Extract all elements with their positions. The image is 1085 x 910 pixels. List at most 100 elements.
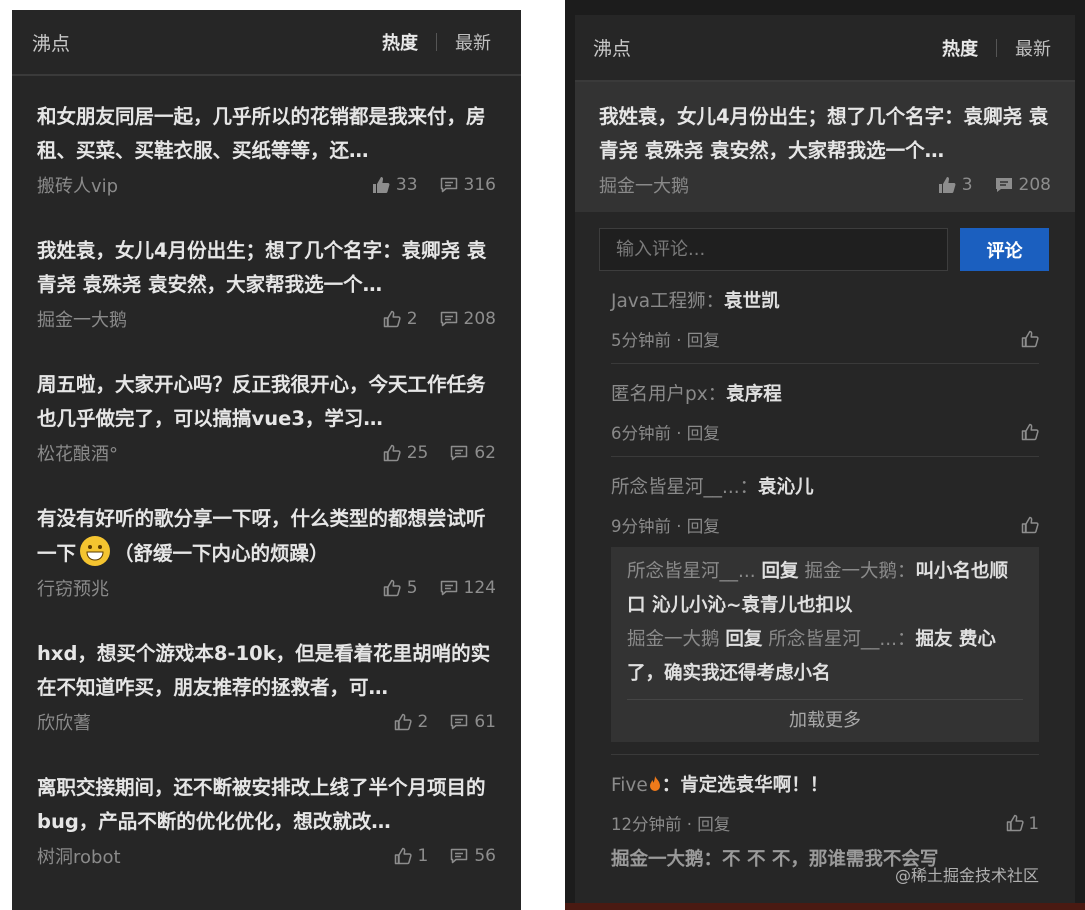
load-more-button[interactable]: 加载更多 bbox=[627, 699, 1023, 732]
like-button[interactable]: 5 bbox=[383, 578, 418, 598]
like-button[interactable]: 1 bbox=[394, 846, 429, 866]
comment-button[interactable]: 124 bbox=[440, 578, 496, 598]
comment-partial-text: 掘金一大鹅：不 不 不，那谁需我不会写 bbox=[611, 849, 939, 870]
featured-post[interactable]: 我姓袁，女儿4月份出生；想了几个名字：袁卿尧 袁青尧 袁殊尧 袁安然，大家帮我选… bbox=[575, 82, 1075, 212]
comment-count: 61 bbox=[474, 712, 496, 732]
like-count: 25 bbox=[406, 443, 429, 463]
comment-time-reply[interactable]: 12分钟前 · 回复 bbox=[611, 811, 730, 835]
post-author[interactable]: 搬砖人vip bbox=[37, 172, 118, 198]
post-stats: 25 62 bbox=[361, 443, 496, 463]
post-stats: 5 124 bbox=[361, 578, 496, 598]
comment-user[interactable]: 匿名用户px： bbox=[611, 384, 726, 405]
post-item[interactable]: hxd，想买个游戏本8-10k，但是看着花里胡哨的实在不知道咋买，朋友推荐的拯救… bbox=[12, 637, 521, 735]
tab-hot[interactable]: 热度 bbox=[942, 35, 978, 61]
tab-hot[interactable]: 热度 bbox=[382, 29, 418, 55]
thumbs-up-icon bbox=[394, 713, 412, 731]
post-stats: 33 316 bbox=[350, 175, 496, 195]
comment-list: Java工程狮：袁世凯 5分钟前 · 回复 匿名用户px：袁序程 6分钟前 · … bbox=[575, 271, 1075, 885]
feed-header: 沸点 热度 最新 bbox=[575, 15, 1075, 82]
post-item[interactable]: 周五啦，大家开心吗？反正我很开心，今天工作任务也几乎做完了，可以搞搞vue3，学… bbox=[12, 368, 521, 466]
post-author[interactable]: 掘金一大鹅 bbox=[37, 306, 127, 332]
comment-user[interactable]: Five bbox=[611, 775, 648, 796]
comment-icon bbox=[451, 714, 468, 730]
comment-count: 316 bbox=[463, 175, 496, 195]
post-item[interactable]: 离职交接期间，还不断被安排改上线了半个月项目的bug，产品不断的优化优化，想改就… bbox=[12, 771, 521, 869]
comment-user[interactable]: Java工程狮： bbox=[611, 291, 724, 312]
post-text: 有没有好听的歌分享一下呀，什么类型的都想尝试听一下 （舒缓一下内心的烦躁） bbox=[37, 507, 486, 566]
post-meta: 搬砖人vip 33 316 bbox=[37, 172, 496, 198]
comment-time-reply[interactable]: 5分钟前 · 回复 bbox=[611, 327, 720, 351]
like-button[interactable]: 33 bbox=[372, 175, 418, 195]
like-button[interactable]: 25 bbox=[383, 443, 429, 463]
comment-item: 所念皆星河__...：袁沁儿 9分钟前 · 回复 所念皆星河__... 回复 掘… bbox=[611, 457, 1039, 755]
post-stats: 2 208 bbox=[361, 309, 496, 329]
reply-to[interactable]: 所念皆星河__...： bbox=[768, 629, 915, 650]
post-meta: 掘金一大鹅 3 208 bbox=[599, 172, 1051, 198]
post-text: 我姓袁，女儿4月份出生；想了几个名字：袁卿尧 袁青尧 袁殊尧 袁安然，大家帮我选… bbox=[37, 239, 487, 296]
like-button[interactable]: 2 bbox=[383, 309, 418, 329]
post-author[interactable]: 树洞robot bbox=[37, 843, 121, 869]
post-item[interactable]: 我姓袁，女儿4月份出生；想了几个名字：袁卿尧 袁青尧 袁殊尧 袁安然，大家帮我选… bbox=[12, 234, 521, 332]
post-meta: 行窃预兆 5 124 bbox=[37, 575, 496, 601]
fire-icon bbox=[649, 776, 660, 791]
post-item[interactable]: 有没有好听的歌分享一下呀，什么类型的都想尝试听一下 （舒缓一下内心的烦躁） 行窃预… bbox=[12, 502, 521, 601]
post-meta: 掘金一大鹅 2 208 bbox=[37, 306, 496, 332]
thumbs-up-icon[interactable] bbox=[1021, 423, 1039, 441]
comment-count: 56 bbox=[474, 846, 496, 866]
comment-count: 62 bbox=[474, 443, 496, 463]
post-author[interactable]: 掘金一大鹅 bbox=[599, 172, 689, 198]
grinning-emoji-icon bbox=[80, 536, 111, 566]
tab-divider bbox=[996, 38, 997, 57]
comment-button[interactable]: 316 bbox=[440, 175, 496, 195]
submit-comment-button[interactable]: 评论 bbox=[960, 228, 1049, 271]
comment-time-reply[interactable]: 6分钟前 · 回复 bbox=[611, 420, 720, 444]
post-author[interactable]: 行窃预兆 bbox=[37, 575, 109, 601]
comment-time-reply[interactable]: 9分钟前 · 回复 bbox=[611, 513, 720, 537]
reply-item: 掘金一大鹅 回复 所念皆星河__...：掘友 费心了，确实我还得考虑小名 bbox=[627, 623, 1023, 691]
like-button[interactable]: 3 bbox=[938, 175, 973, 195]
feed-tabs: 热度 最新 bbox=[382, 29, 491, 55]
feed-title: 沸点 bbox=[32, 32, 71, 55]
tab-latest[interactable]: 最新 bbox=[455, 29, 491, 55]
comment-input[interactable] bbox=[599, 228, 948, 271]
thumbs-up-icon bbox=[383, 579, 401, 597]
comment-button[interactable]: 61 bbox=[450, 712, 496, 732]
post-item[interactable]: 和女朋友同居一起，几乎所以的花销都是我来付，房租、买菜、买鞋衣服、买纸等等，还…… bbox=[12, 100, 521, 198]
post-author[interactable]: 欣欣蓍 bbox=[37, 709, 91, 735]
comment-icon bbox=[451, 445, 468, 461]
comment-filled-icon bbox=[995, 178, 1012, 192]
thumbs-up-icon[interactable] bbox=[1021, 330, 1039, 348]
comment-button[interactable]: 62 bbox=[450, 443, 496, 463]
comment-item: 匿名用户px：袁序程 6分钟前 · 回复 bbox=[611, 364, 1039, 457]
tab-latest[interactable]: 最新 bbox=[1015, 35, 1051, 61]
thumbs-up-icon[interactable] bbox=[1021, 516, 1039, 534]
comment-count: 208 bbox=[463, 309, 496, 329]
post-meta: 树洞robot 1 56 bbox=[37, 843, 496, 869]
comment-text: 袁沁儿 bbox=[758, 477, 814, 498]
comment-button[interactable]: 56 bbox=[450, 846, 496, 866]
reply-thread: 所念皆星河__... 回复 掘金一大鹅：叫小名也顺口 沁儿小沁~袁青儿也扣以 掘… bbox=[611, 547, 1039, 742]
bottom-strip bbox=[565, 903, 1085, 910]
like-button[interactable]: 1 bbox=[1006, 814, 1039, 833]
reply-verb: 回复 bbox=[761, 561, 799, 582]
comment-text: 袁序程 bbox=[726, 384, 782, 405]
reply-verb: 回复 bbox=[725, 629, 763, 650]
comment-count: 124 bbox=[463, 578, 496, 598]
reply-from[interactable]: 所念皆星河__... bbox=[627, 561, 756, 582]
post-stats: 1 56 bbox=[372, 846, 496, 866]
feed-header: 沸点 热度 最新 bbox=[12, 10, 521, 76]
like-button[interactable]: 2 bbox=[394, 712, 428, 732]
comment-icon bbox=[451, 848, 468, 864]
comment-icon bbox=[440, 311, 457, 327]
comment-item: Java工程狮：袁世凯 5分钟前 · 回复 bbox=[611, 271, 1039, 364]
post-meta: 欣欣蓍 2 61 bbox=[37, 709, 496, 735]
comment-user[interactable]: 所念皆星河__...： bbox=[611, 477, 758, 498]
comment-button[interactable]: 208 bbox=[995, 175, 1051, 195]
reply-to[interactable]: 掘金一大鹅： bbox=[804, 561, 915, 582]
post-text: 周五啦，大家开心吗？反正我很开心，今天工作任务也几乎做完了，可以搞搞vue3，学… bbox=[37, 373, 486, 430]
comment-button[interactable]: 208 bbox=[440, 309, 496, 329]
like-count: 2 bbox=[406, 309, 418, 329]
reply-from[interactable]: 掘金一大鹅 bbox=[627, 629, 720, 650]
post-author[interactable]: 松花酿酒° bbox=[37, 440, 118, 466]
like-count: 1 bbox=[417, 846, 429, 866]
